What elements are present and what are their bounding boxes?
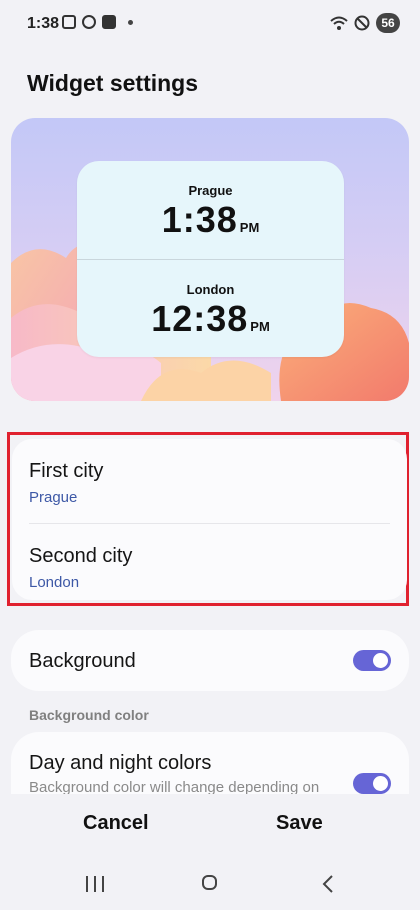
- background-label: Background: [29, 650, 136, 672]
- system-icons: 56: [330, 13, 400, 33]
- toggle-knob: [373, 776, 388, 791]
- clock-city-label: London: [186, 282, 235, 297]
- day-night-colors-description: Background color will change depending o…: [29, 779, 320, 794]
- notification-icons: [62, 15, 133, 29]
- clock-city-label: Prague: [188, 183, 233, 198]
- check-icon: [102, 15, 116, 29]
- widget-divider: [77, 259, 344, 260]
- clock-ampm: PM: [250, 319, 270, 334]
- do-not-disturb-icon: [354, 15, 370, 31]
- battery-indicator: 56: [376, 13, 400, 33]
- dual-clock-widget: Prague 1:38 PM London 12:38 PM: [77, 161, 344, 357]
- cancel-button[interactable]: Cancel: [83, 812, 149, 835]
- navigation-bar: [0, 860, 420, 910]
- clock-time: 1:38 PM: [161, 199, 260, 240]
- status-time: 1:38: [27, 15, 60, 32]
- page-title: Widget settings: [27, 70, 199, 96]
- clock-time: 12:38 PM: [151, 298, 270, 339]
- background-color-section-label: Background color: [29, 707, 149, 723]
- day-night-colors-label: Day and night colors: [29, 752, 212, 774]
- first-city-setting[interactable]: First city Prague: [12, 439, 407, 523]
- day-night-colors-setting[interactable]: Day and night colors Background color wi…: [11, 732, 409, 794]
- more-notifications-icon: [128, 19, 133, 25]
- first-city-value: Prague: [29, 489, 78, 506]
- second-city-label: Second city: [29, 545, 133, 567]
- first-city-label: First city: [29, 460, 104, 482]
- second-city-value: London: [29, 574, 80, 591]
- background-setting[interactable]: Background: [11, 630, 409, 691]
- status-bar: 1:38 56: [0, 0, 420, 48]
- second-city-setting[interactable]: Second city London: [12, 524, 407, 600]
- clock-ampm: PM: [239, 220, 260, 235]
- day-night-colors-toggle[interactable]: [353, 773, 391, 794]
- clipboard-icon: [82, 15, 96, 29]
- clock-first: Prague 1:38 PM: [77, 183, 344, 241]
- screenshot-icon: [62, 15, 76, 29]
- save-button[interactable]: Save: [276, 812, 323, 835]
- recent-apps-icon[interactable]: [86, 876, 104, 892]
- cities-card: First city Prague Second city London: [12, 439, 407, 600]
- wifi-icon: [330, 16, 348, 30]
- widget-preview: Prague 1:38 PM London 12:38 PM: [11, 118, 409, 401]
- home-icon[interactable]: [202, 875, 217, 890]
- toggle-knob: [373, 653, 388, 668]
- back-icon[interactable]: [322, 874, 334, 894]
- background-toggle[interactable]: [353, 650, 391, 671]
- clock-second: London 12:38 PM: [77, 282, 344, 340]
